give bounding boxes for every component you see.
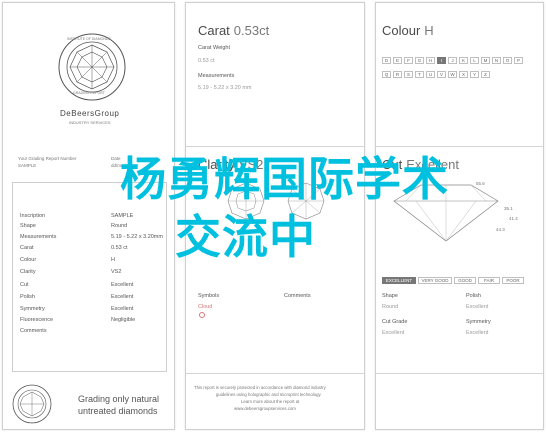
colour-cell: J xyxy=(448,57,457,64)
colour-cell: V xyxy=(437,71,446,78)
seal-bottom-text: GRADING REPORT xyxy=(73,91,105,95)
row-label-carat: Carat xyxy=(20,245,34,251)
bottom-seal-icon xyxy=(12,384,52,424)
cloud-symbol-icon xyxy=(199,312,205,318)
footer-line-4: www.debeersgroupservices.com xyxy=(234,406,296,411)
natural-diamonds-line1: Grading only natural xyxy=(78,394,160,404)
row-label-fluorescence: Fluorescence xyxy=(20,317,54,323)
colour-cell-selected: I xyxy=(437,57,446,64)
colour-cell: Q xyxy=(382,71,391,78)
colour-cell: F xyxy=(404,57,413,64)
symbols-label: Symbols xyxy=(198,293,220,299)
colour-title: Colour H xyxy=(382,23,434,38)
colour-cell: P xyxy=(514,57,523,64)
natural-diamonds-line2: untreated diamonds xyxy=(78,406,158,416)
colour-cell: U xyxy=(426,71,435,78)
row-label-clarity: Clarity xyxy=(20,269,36,275)
row-label-shape: Shape xyxy=(20,223,36,229)
watermark-line-1: 杨勇辉国际学术 xyxy=(120,152,449,206)
divider xyxy=(376,146,543,147)
colour-title-word: Colour xyxy=(382,23,421,38)
row-label-measurements: Measurements xyxy=(20,234,57,240)
cut-grade-cell: POOR xyxy=(502,277,524,284)
colour-title-value: H xyxy=(424,23,434,38)
polish-value: Excellent xyxy=(466,304,489,310)
report-number-label: Your Grading Report Number xyxy=(18,156,77,161)
colour-cell: L xyxy=(470,57,479,64)
footer-line-2: guidelines using holographic and micropr… xyxy=(216,392,322,397)
comments-label: Comments xyxy=(284,293,311,299)
report-number-value: SAMPLE xyxy=(18,163,37,168)
row-label-polish: Polish xyxy=(20,294,35,300)
cut-grade-value: Excellent xyxy=(382,330,405,336)
divider xyxy=(376,373,543,374)
row-label-cut: Cut xyxy=(20,282,29,288)
cut-grade-cell: VERY GOOD xyxy=(418,277,452,284)
polish-label: Polish xyxy=(466,293,481,299)
carat-title-value: 0.53ct xyxy=(233,23,270,38)
row-label-colour: Colour xyxy=(20,257,37,263)
colour-cell: R xyxy=(393,71,402,78)
carat-weight-value: 0.53 ct xyxy=(198,58,215,64)
symmetry-label: Symmetry xyxy=(466,319,491,325)
brand-subtitle: INDUSTRY SERVICES xyxy=(69,120,111,125)
carat-title-word: Carat xyxy=(198,23,230,38)
cut-scale: EXCELLENT VERY GOOD GOOD FAIR POOR xyxy=(382,277,526,284)
divider xyxy=(186,146,364,147)
row-value-cut: Excellent xyxy=(111,282,134,288)
row-value-symmetry: Excellent xyxy=(111,306,134,312)
colour-cell: Z xyxy=(481,71,490,78)
shape-label: Shape xyxy=(382,293,398,299)
colour-cell: O xyxy=(503,57,512,64)
colour-cell: W xyxy=(448,71,457,78)
divider xyxy=(186,373,364,374)
carat-title: Carat 0.53ct xyxy=(198,23,269,38)
row-value-fluorescence: Negligible xyxy=(111,317,136,323)
colour-cell: T xyxy=(415,71,424,78)
footer-line-3: Learn more about the report at xyxy=(241,399,300,404)
colour-cell: E xyxy=(393,57,402,64)
row-label-comments: Comments xyxy=(20,328,47,334)
shape-value: Round xyxy=(382,304,399,310)
measurements-value: 5.19 - 5.22 x 3.20 mm xyxy=(198,85,252,91)
symbols-value: Cloud xyxy=(198,304,213,310)
colour-cell: N xyxy=(492,57,501,64)
cut-grade-cell: FAIR xyxy=(478,277,500,284)
cut-grade-label: Cut Grade xyxy=(382,319,408,325)
colour-cell: Y xyxy=(470,71,479,78)
colour-cell: K xyxy=(459,57,468,64)
colour-cell: G xyxy=(415,57,424,64)
colour-cell: D xyxy=(382,57,391,64)
measurements-label: Measurements xyxy=(198,73,235,79)
colour-scale-row1: D E F G H I J K L M N O P xyxy=(382,57,525,64)
footer-line-1: This report is securely protected in acc… xyxy=(194,385,326,390)
watermark-line-2: 交流中 xyxy=(175,210,316,264)
colour-cell: H xyxy=(426,57,435,64)
symmetry-value: Excellent xyxy=(466,330,489,336)
row-value-polish: Excellent xyxy=(111,294,134,300)
row-value-clarity: VS2 xyxy=(111,269,122,275)
row-label-inscription: Inscription xyxy=(20,213,46,219)
seal-top-text: INSTITUTE OF DIAMONDS xyxy=(67,37,111,41)
watermark-overlay: 杨勇辉国际学术 交流中 xyxy=(120,150,515,266)
colour-cell: X xyxy=(459,71,468,78)
row-label-symmetry: Symmetry xyxy=(20,306,45,312)
carat-weight-label: Carat Weight xyxy=(198,45,230,51)
colour-scale-row2: Q R S T U V W X Y Z xyxy=(382,71,492,78)
colour-cell: S xyxy=(404,71,413,78)
row-value-colour: H xyxy=(111,257,115,263)
colour-cell: M xyxy=(481,57,490,64)
cut-grade-cell-selected: EXCELLENT xyxy=(382,277,416,284)
cut-grade-cell: GOOD xyxy=(454,277,476,284)
brand-name: DeBeersGroup xyxy=(60,109,120,118)
